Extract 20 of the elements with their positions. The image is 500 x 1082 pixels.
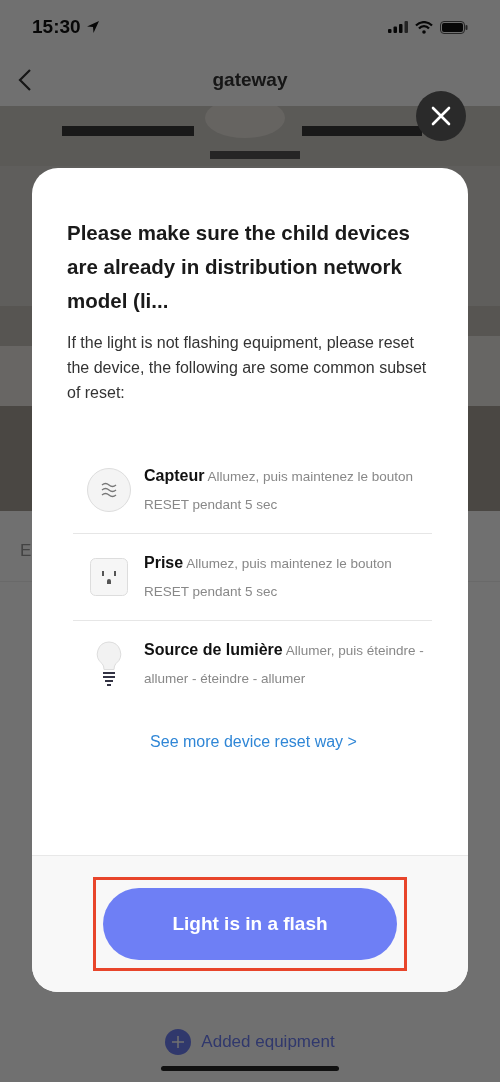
add-equipment-button[interactable]: Added equipment: [165, 1029, 335, 1055]
plus-icon: [165, 1029, 192, 1055]
device-instruction: Source de lumière Allumer, puis éteindre - allumer - éteindre - allumer: [144, 639, 425, 688]
device-instruction: Capteur Allumez, puis maintenez le bouton RESET pendant 5 sec: [144, 465, 415, 514]
location-arrow-icon: [85, 20, 100, 34]
light-flashing-button[interactable]: Light is in a flash: [103, 888, 397, 960]
dialog-title: Please make sure the child devices are already in distribution network model (li...: [67, 220, 411, 314]
close-icon[interactable]: [416, 91, 466, 141]
back-icon[interactable]: [18, 68, 32, 92]
device-instruction: Prise Allumez, puis maintenez le bouton RESET pendant 5 sec: [144, 552, 393, 601]
status-time: 15:30: [32, 16, 81, 38]
light-bulb-icon: [95, 641, 122, 687]
page-title: gateway: [212, 69, 288, 91]
battery-icon: [440, 20, 468, 34]
wifi-icon: [415, 20, 433, 34]
sensor-icon: [85, 467, 132, 513]
dialog-description: If the light is not flashing equipment, please reset the device, the following are some common subset of reset:: [67, 333, 428, 403]
signal-icon: [388, 21, 408, 33]
more-reset-link[interactable]: See more device reset way >: [150, 733, 357, 751]
plug-icon: [89, 558, 128, 596]
